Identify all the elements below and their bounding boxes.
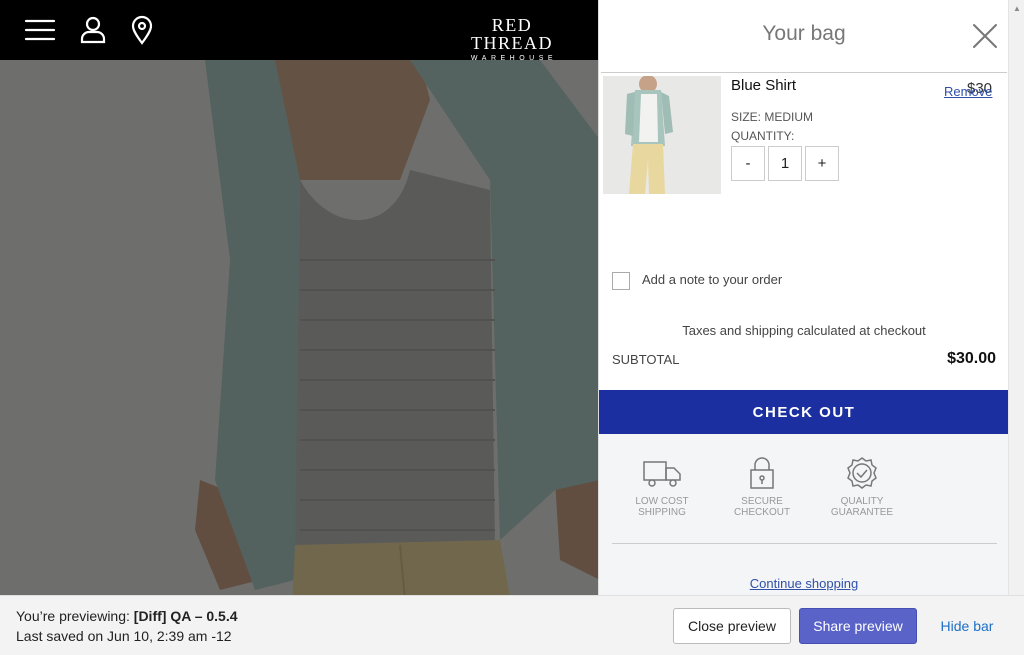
cart-item-size: SIZE: MEDIUM — [731, 110, 814, 124]
trust-secure-line1: SECURE — [741, 496, 783, 507]
store-header: RED THREAD WAREHOUSE — [0, 0, 600, 63]
close-icon[interactable] — [969, 20, 1001, 52]
quantity-decrement-button[interactable]: - — [731, 146, 765, 181]
cart-item-name[interactable]: Blue Shirt — [731, 77, 796, 94]
cart-title: Your bag — [762, 22, 846, 45]
trust-shipping-line2: SHIPPING — [638, 507, 686, 518]
previewing-text: You’re previewing: [Diff] QA – 0.5.4 — [16, 608, 238, 624]
cart-item-thumbnail[interactable] — [603, 76, 721, 194]
hamburger-icon[interactable] — [24, 15, 56, 45]
close-preview-button[interactable]: Close preview — [673, 608, 791, 644]
logo-main-text: RED THREAD — [471, 15, 553, 53]
order-note-checkbox[interactable] — [612, 272, 630, 290]
trust-divider — [612, 543, 997, 544]
cart-divider — [601, 72, 1007, 73]
remove-item-link[interactable]: Remove — [944, 84, 992, 99]
trust-quality-guarantee: QUALITY GUARANTEE — [817, 456, 907, 518]
lock-icon — [750, 457, 774, 489]
previewing-prefix: You’re previewing: — [16, 608, 134, 624]
theme-preview-bar: You’re previewing: [Diff] QA – 0.5.4 Las… — [0, 595, 1024, 655]
hide-bar-button[interactable]: Hide bar — [932, 608, 1002, 644]
page-overlay[interactable] — [0, 60, 600, 655]
user-icon[interactable] — [77, 15, 109, 45]
quantity-increment-button[interactable]: + — [805, 146, 839, 181]
subtotal-value: $30.00 — [947, 350, 996, 367]
truck-icon — [643, 461, 681, 487]
last-saved-text: Last saved on Jun 10, 2:39 am -12 — [16, 628, 232, 644]
quantity-input[interactable]: 1 — [768, 146, 802, 181]
checkout-button[interactable]: CHECK OUT — [599, 390, 1009, 434]
scroll-up-arrow-icon[interactable]: ▲ — [1009, 0, 1024, 16]
continue-shopping-link[interactable]: Continue shopping — [599, 576, 1009, 591]
map-pin-icon[interactable] — [126, 15, 158, 45]
trust-secure-checkout: SECURE CHECKOUT — [717, 456, 807, 518]
cart-drawer: Your bag Blue Shirt $30 Remove SIZE: MED… — [598, 0, 1009, 655]
trust-quality-line1: QUALITY — [840, 496, 884, 507]
preview-theme-name: [Diff] QA – 0.5.4 — [133, 608, 238, 624]
cart-item-quantity-label: QUANTITY: — [731, 129, 795, 143]
share-preview-button[interactable]: Share preview — [799, 608, 917, 644]
brand-logo[interactable]: RED THREAD WAREHOUSE — [452, 16, 572, 63]
trust-secure-line2: CHECKOUT — [733, 507, 791, 518]
trust-quality-line2: GUARANTEE — [830, 507, 894, 518]
trust-shipping-line1: LOW COST — [635, 496, 689, 507]
tax-shipping-note: Taxes and shipping calculated at checkou… — [682, 323, 926, 338]
page-scrollbar[interactable]: ▲ — [1008, 0, 1024, 595]
trust-low-cost-shipping: LOW COST SHIPPING — [617, 456, 707, 518]
order-note-label[interactable]: Add a note to your order — [642, 272, 782, 287]
subtotal-label: SUBTOTAL — [612, 352, 680, 367]
storefront: RED THREAD WAREHOUSE — [0, 0, 600, 655]
badge-check-icon — [847, 457, 877, 489]
